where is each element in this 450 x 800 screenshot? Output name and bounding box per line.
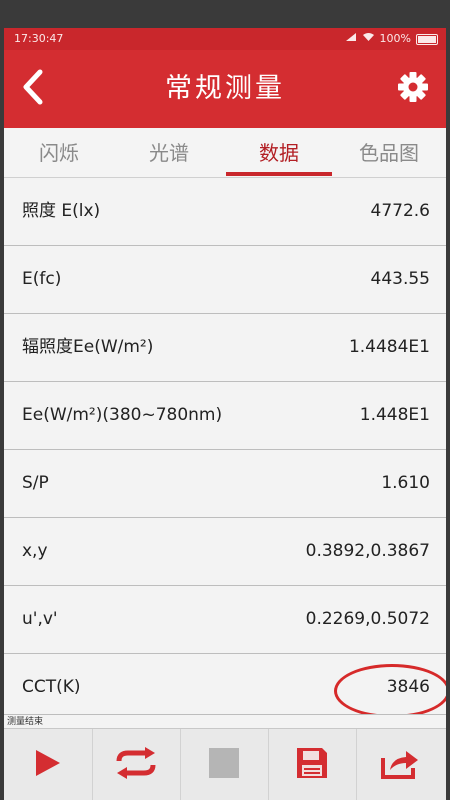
data-row-uv: u',v' 0.2269,0.5072 — [4, 586, 446, 654]
battery-icon — [416, 33, 438, 45]
save-button[interactable] — [268, 729, 355, 800]
row-value: 1.610 — [381, 473, 430, 493]
page-title: 常规测量 — [165, 73, 285, 104]
stop-button[interactable] — [180, 729, 267, 800]
status-message: 测量结束 — [4, 714, 446, 728]
repeat-icon — [111, 746, 161, 784]
status-time: 17:30:47 — [14, 32, 64, 45]
bottom-toolbar — [4, 728, 446, 800]
row-value: 0.2269,0.5072 — [305, 609, 430, 629]
row-label: x,y — [22, 541, 48, 561]
data-row-irradiance: 辐照度Ee(W/m²) 1.4484E1 — [4, 314, 446, 382]
phone-screen: 17:30:47 100% 常规测量 闪烁 光谱 数据 色品图 照度 E(lx)… — [4, 28, 446, 800]
share-button[interactable] — [356, 729, 443, 800]
row-value: 1.448E1 — [359, 405, 430, 425]
data-list: 照度 E(lx) 4772.6 E(fc) 443.55 辐照度Ee(W/m²)… — [4, 178, 446, 722]
row-label: 照度 E(lx) — [22, 201, 101, 221]
row-value: 1.4484E1 — [348, 337, 430, 357]
data-row-xy: x,y 0.3892,0.3867 — [4, 518, 446, 586]
start-measure-button[interactable] — [4, 729, 90, 800]
tab-chromaticity[interactable]: 色品图 — [334, 128, 444, 178]
highlight-circle-annotation — [334, 664, 446, 718]
settings-button[interactable] — [390, 64, 436, 110]
row-label: 辐照度Ee(W/m²) — [22, 337, 154, 357]
status-icons: 100% — [345, 28, 438, 50]
app-header: 常规测量 — [4, 50, 446, 128]
tab-flicker[interactable]: 闪烁 — [4, 128, 114, 178]
gear-icon — [390, 72, 436, 114]
row-label: CCT(K) — [22, 677, 81, 697]
data-row-foot-candle: E(fc) 443.55 — [4, 246, 446, 314]
data-row-illuminance: 照度 E(lx) 4772.6 — [4, 178, 446, 246]
row-value: 443.55 — [370, 269, 430, 289]
tab-spectrum[interactable]: 光谱 — [114, 128, 224, 178]
row-label: u',v' — [22, 609, 58, 629]
save-icon — [295, 746, 329, 784]
stop-icon — [207, 746, 241, 784]
tab-data[interactable]: 数据 — [224, 128, 334, 178]
data-row-irradiance-visible: Ee(W/m²)(380~780nm) 1.448E1 — [4, 382, 446, 450]
wifi-icon — [362, 28, 375, 50]
row-label: Ee(W/m²)(380~780nm) — [22, 405, 223, 425]
row-value: 4772.6 — [370, 201, 430, 221]
play-icon — [30, 746, 64, 784]
status-bar: 17:30:47 100% — [4, 28, 446, 50]
row-label: S/P — [22, 473, 49, 493]
row-label: E(fc) — [22, 269, 62, 289]
tab-bar: 闪烁 光谱 数据 色品图 — [4, 128, 446, 178]
continuous-measure-button[interactable] — [92, 729, 179, 800]
signal-icon — [345, 28, 357, 50]
data-row-cct: CCT(K) 3846 — [4, 654, 446, 722]
data-row-sp-ratio: S/P 1.610 — [4, 450, 446, 518]
share-icon — [380, 746, 420, 784]
row-value: 0.3892,0.3867 — [305, 541, 430, 561]
battery-percent: 100% — [379, 32, 411, 45]
